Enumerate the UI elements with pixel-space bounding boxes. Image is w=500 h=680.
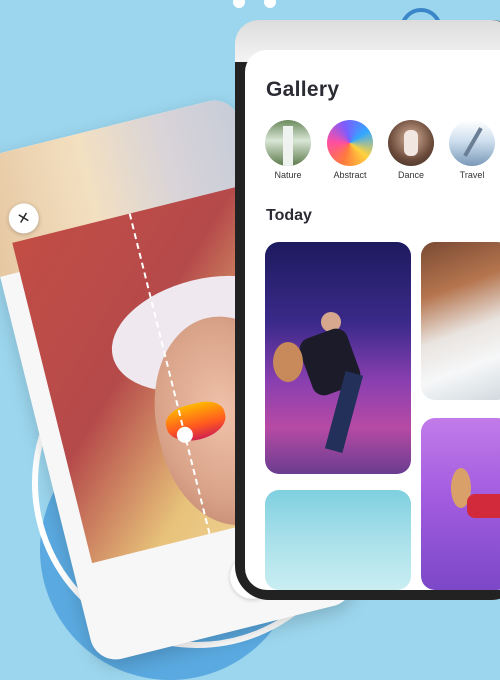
category-label: Abstract (333, 170, 367, 180)
rock-snow-landscape-photo[interactable] (421, 242, 500, 400)
category-nature[interactable]: Nature (263, 120, 313, 180)
nature-thumbnail-icon (265, 120, 311, 166)
category-label: Nature (274, 170, 302, 180)
close-icon: × (15, 206, 33, 231)
dancer-night-street-photo[interactable] (265, 242, 411, 474)
abstract-thumbnail-icon (327, 120, 373, 166)
gallery-title: Gallery (266, 78, 340, 101)
category-dance[interactable]: Dance (386, 120, 436, 180)
background-dot (233, 0, 245, 8)
dancer-purple-photo[interactable] (421, 418, 500, 590)
category-travel[interactable]: Travel (447, 120, 497, 180)
dance-thumbnail-icon (388, 120, 434, 166)
today-section-title: Today (266, 207, 312, 224)
sky-water-photo[interactable] (265, 490, 411, 590)
category-label: Dance (397, 170, 424, 180)
category-abstract[interactable]: Abstract (325, 120, 375, 180)
travel-thumbnail-icon (449, 120, 495, 166)
category-label: Travel (459, 170, 485, 180)
background-dot (264, 0, 276, 8)
